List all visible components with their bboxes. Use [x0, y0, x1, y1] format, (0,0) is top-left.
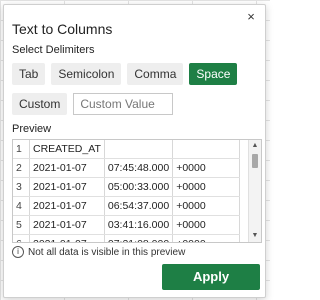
table-cell: +0000 [172, 215, 241, 235]
table-cell: +0000 [172, 158, 241, 178]
preview-note: i Not all data is visible in this previe… [12, 246, 185, 258]
row-number: 6 [13, 234, 30, 242]
table-row: 4 2021-01-07 06:54:37.000 +0000 [13, 196, 241, 216]
table-cell: +0000 [172, 234, 241, 242]
table-cell: CREATED_AT [29, 140, 105, 159]
table-row: 6 2021-01-07 07:21:08.000 +0000 [13, 234, 241, 242]
apply-button[interactable]: Apply [162, 264, 260, 290]
row-number: 4 [13, 196, 30, 216]
preview-table-container[interactable]: 1 CREATED_AT 2 2021-01-07 07:45:48.000 +… [12, 139, 262, 243]
row-number: 3 [13, 177, 30, 197]
table-cell: 2021-01-07 [29, 234, 105, 242]
preview-scrollbar[interactable]: ▲ ▼ [248, 140, 261, 242]
delimiter-custom-button[interactable]: Custom [12, 93, 68, 115]
custom-delimiter-row: Custom Custom Value [12, 93, 174, 115]
table-cell: +0000 [172, 196, 241, 216]
table-cell: +0000 [172, 177, 241, 197]
table-cell: 03:41:16.000 [104, 215, 174, 235]
select-delimiters-label: Select Delimiters [12, 44, 95, 56]
scroll-up-arrow-icon[interactable]: ▲ [249, 140, 261, 152]
delimiter-options: Tab Semicolon Comma Space [12, 63, 238, 85]
row-number: 2 [13, 158, 30, 178]
info-icon: i [12, 246, 24, 258]
table-row: 2 2021-01-07 07:45:48.000 +0000 [13, 158, 241, 178]
table-cell: 2021-01-07 [29, 158, 105, 178]
table-cell: 2021-01-07 [29, 177, 105, 197]
text-to-columns-dialog: × Text to Columns Select Delimiters Tab … [3, 4, 266, 298]
dialog-title: Text to Columns [12, 21, 113, 37]
table-cell: 07:45:48.000 [104, 158, 174, 178]
delimiter-tab-button[interactable]: Tab [12, 63, 46, 85]
row-number: 1 [13, 140, 30, 159]
scroll-down-arrow-icon[interactable]: ▼ [249, 230, 261, 242]
table-cell: 2021-01-07 [29, 215, 105, 235]
delimiter-semicolon-button[interactable]: Semicolon [51, 63, 122, 85]
table-row: 1 CREATED_AT [13, 140, 241, 159]
table-cell: 06:54:37.000 [104, 196, 174, 216]
table-cell [104, 140, 174, 159]
table-cell: 2021-01-07 [29, 196, 105, 216]
close-icon[interactable]: × [244, 10, 258, 24]
preview-table: 1 CREATED_AT 2 2021-01-07 07:45:48.000 +… [13, 140, 241, 242]
preview-note-text: Not all data is visible in this preview [28, 246, 186, 258]
scrollbar-thumb[interactable] [252, 154, 258, 168]
table-cell: 07:21:08.000 [104, 234, 174, 242]
table-row: 3 2021-01-07 05:00:33.000 +0000 [13, 177, 241, 197]
delimiter-space-button[interactable]: Space [189, 63, 238, 85]
table-row: 5 2021-01-07 03:41:16.000 +0000 [13, 215, 241, 235]
preview-label: Preview [12, 123, 52, 135]
table-cell: 05:00:33.000 [104, 177, 174, 197]
row-number: 5 [13, 215, 30, 235]
custom-value-input[interactable]: Custom Value [73, 93, 174, 115]
table-cell [172, 140, 241, 159]
delimiter-comma-button[interactable]: Comma [127, 63, 184, 85]
